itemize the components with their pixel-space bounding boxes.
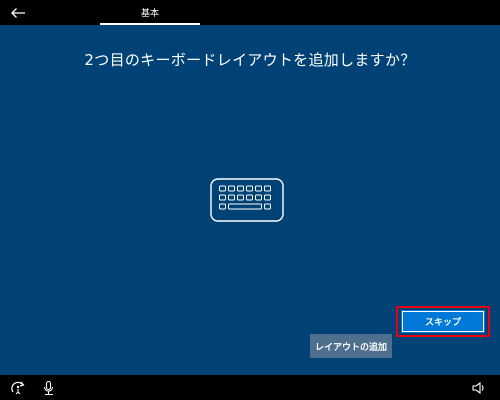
setup-screen: 基本 2つ目のキーボードレイアウトを追加しますか？ レイアウトの追加 スキップ bbox=[0, 0, 500, 400]
volume-button[interactable] bbox=[470, 379, 488, 397]
volume-icon bbox=[472, 381, 484, 395]
bottom-bar bbox=[0, 375, 500, 400]
microphone-button[interactable] bbox=[40, 379, 58, 397]
ease-of-access-icon bbox=[11, 381, 25, 395]
back-button[interactable] bbox=[8, 4, 28, 22]
ease-of-access-button[interactable] bbox=[9, 379, 27, 397]
page-title: 2つ目のキーボードレイアウトを追加しますか？ bbox=[84, 51, 416, 69]
add-layout-button[interactable]: レイアウトの追加 bbox=[310, 334, 392, 358]
microphone-icon bbox=[43, 380, 54, 396]
back-arrow-icon bbox=[11, 8, 25, 18]
skip-button[interactable]: スキップ bbox=[401, 310, 485, 333]
keyboard-icon bbox=[210, 178, 284, 222]
top-bar: 基本 bbox=[0, 0, 500, 25]
tab-basics[interactable]: 基本 bbox=[100, 0, 200, 25]
